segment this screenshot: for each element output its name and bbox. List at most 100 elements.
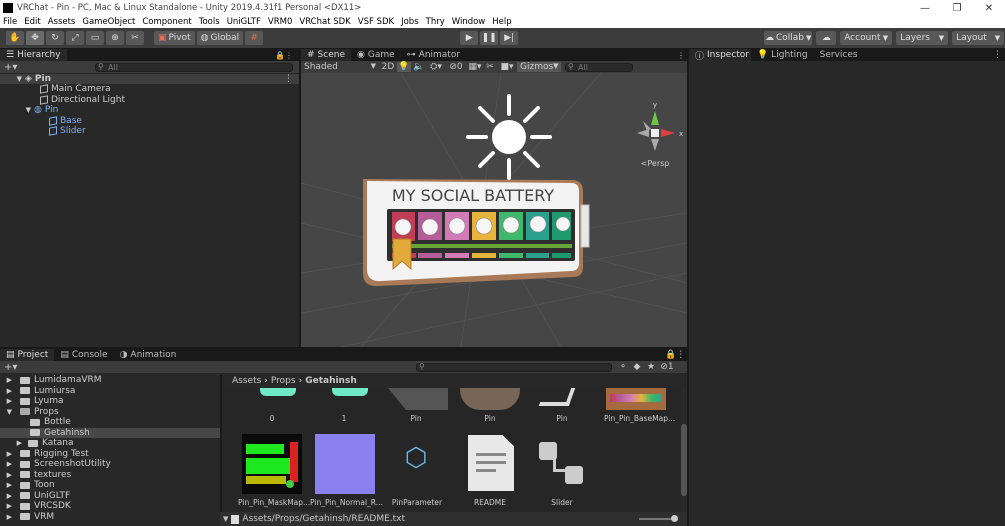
- shading-dropdown[interactable]: Shaded ▼: [301, 62, 379, 72]
- more-icon[interactable]: ⋮: [677, 49, 687, 61]
- pivot-toggle[interactable]: ▣ Pivot: [154, 31, 195, 45]
- tab-services[interactable]: Services: [814, 49, 864, 61]
- tab-lighting[interactable]: 💡 Lighting: [751, 49, 814, 61]
- list-item[interactable]: ▶ Lyuma: [0, 396, 220, 407]
- directional-light-icon[interactable]: [466, 94, 552, 180]
- list-item[interactable]: ▶ UniGLTF: [0, 491, 220, 502]
- light-toggle-icon[interactable]: 💡: [397, 62, 411, 72]
- list-item[interactable]: Slider: [0, 126, 299, 136]
- grid-snap-icon[interactable]: #: [245, 31, 264, 45]
- asset-label[interactable]: README: [460, 498, 520, 507]
- lock-icon[interactable]: 🔒⋮: [275, 49, 299, 61]
- grid-scrollbar[interactable]: [681, 388, 687, 512]
- tab-animator[interactable]: ⊶ Animator: [401, 49, 466, 61]
- tab-inspector[interactable]: ⓘ Inspector: [689, 49, 751, 62]
- list-item[interactable]: ▶ ScreenshotUtility: [0, 459, 220, 470]
- tab-console[interactable]: ▤ Console: [54, 349, 113, 361]
- zoom-slider[interactable]: [639, 515, 678, 522]
- list-item[interactable]: ▶ Lumiursa: [0, 386, 220, 397]
- list-item[interactable]: ▶ Rigging Test: [0, 449, 220, 460]
- asset-label[interactable]: PinParameter: [384, 498, 450, 507]
- camera-icon[interactable]: ■▾: [497, 62, 517, 72]
- scene-viewport[interactable]: MY SOCIAL BATTERY y x <Persp: [301, 73, 687, 347]
- scene-row[interactable]: ▼ ◈ Pin ⋮: [0, 74, 299, 84]
- hidden-packages-toggle[interactable]: ⊘1: [658, 362, 676, 372]
- layers-dropdown[interactable]: Layers ▼: [896, 31, 949, 45]
- menu-jobs[interactable]: Jobs: [401, 17, 419, 27]
- scale-tool-icon[interactable]: ⤢: [66, 31, 84, 45]
- asset-label[interactable]: Pin: [532, 414, 592, 423]
- menu-file[interactable]: File: [3, 17, 17, 27]
- mode-2d-button[interactable]: 2D: [379, 62, 397, 72]
- tools-icon[interactable]: ✂: [483, 62, 497, 72]
- grid-icon[interactable]: ▦▾: [467, 62, 483, 72]
- breadcrumb-item[interactable]: Props: [271, 376, 296, 386]
- tab-game[interactable]: ◉ Game: [351, 49, 401, 61]
- list-item[interactable]: Bottle: [0, 417, 220, 428]
- list-item[interactable]: Directional Light: [0, 95, 299, 105]
- rect-tool-icon[interactable]: ▭: [86, 31, 104, 45]
- asset-label[interactable]: 0: [242, 414, 302, 423]
- tab-project[interactable]: ▤ Project: [0, 349, 55, 361]
- menu-component[interactable]: Component: [142, 17, 191, 27]
- menu-edit[interactable]: Edit: [24, 17, 40, 27]
- add-icon[interactable]: +▾: [0, 62, 20, 73]
- zoom-slider-handle[interactable]: [671, 515, 678, 522]
- pin-model[interactable]: MY SOCIAL BATTERY: [363, 179, 590, 287]
- asset-label[interactable]: Pin: [386, 414, 446, 423]
- breadcrumb-item[interactable]: Getahinsh: [305, 376, 357, 386]
- audio-toggle-icon[interactable]: 🔈: [411, 62, 427, 72]
- tab-hierarchy[interactable]: ☰ Hierarchy: [0, 49, 67, 61]
- effects-dropdown-icon[interactable]: ⛭▾: [427, 62, 445, 72]
- list-item[interactable]: ▶ VRM: [0, 512, 220, 523]
- account-dropdown[interactable]: Account ▼: [840, 31, 893, 45]
- menu-thry[interactable]: Thry: [426, 17, 445, 27]
- prefab-asset-icon[interactable]: [539, 442, 585, 488]
- menu-gameobject[interactable]: GameObject: [82, 17, 135, 27]
- collab-dropdown[interactable]: ☁ Collab ▼: [764, 31, 813, 45]
- global-toggle[interactable]: ◍ Global: [196, 31, 244, 45]
- minimize-icon[interactable]: —: [909, 3, 941, 14]
- asset-label[interactable]: 1: [314, 414, 374, 423]
- menu-assets[interactable]: Assets: [48, 17, 76, 27]
- maskmap-thumb[interactable]: [242, 434, 302, 494]
- scene-search-input[interactable]: All: [565, 62, 633, 72]
- asset-label[interactable]: Pin: [460, 414, 520, 423]
- tab-scene[interactable]: # Scene: [301, 49, 351, 61]
- more-icon[interactable]: ⋮: [284, 74, 293, 84]
- list-item[interactable]: ▶ Toon: [0, 480, 220, 491]
- favorite-icon[interactable]: ★: [644, 362, 658, 372]
- menu-help[interactable]: Help: [492, 17, 511, 27]
- list-item[interactable]: ▼ Props: [0, 407, 220, 418]
- menu-tools[interactable]: Tools: [199, 17, 220, 27]
- asset-label[interactable]: Pin_Pin_Normal_R...: [310, 498, 383, 507]
- menu-window[interactable]: Window: [452, 17, 486, 27]
- pause-button[interactable]: ❚❚: [480, 31, 499, 45]
- rotate-tool-icon[interactable]: ↻: [46, 31, 64, 45]
- list-item[interactable]: Getahinsh: [0, 427, 220, 438]
- breadcrumb-item[interactable]: Assets: [232, 376, 261, 386]
- lock-icon[interactable]: 🔒⋮: [665, 349, 687, 361]
- menu-vrchat-sdk[interactable]: VRChat SDK: [299, 17, 350, 27]
- close-icon[interactable]: ✕: [973, 3, 1005, 14]
- play-button[interactable]: ▶: [460, 31, 479, 45]
- gizmos-dropdown[interactable]: Gizmos ▼: [517, 62, 561, 72]
- text-file-icon[interactable]: [468, 435, 514, 491]
- add-icon[interactable]: +▾: [0, 362, 20, 373]
- move-tool-icon[interactable]: ✥: [26, 31, 44, 45]
- asset-label[interactable]: Pin_Pin_MaskMap...: [238, 498, 310, 507]
- asset-label[interactable]: Slider: [532, 498, 592, 507]
- transform-tool-icon[interactable]: ⊕: [106, 31, 124, 45]
- projection-label[interactable]: <Persp: [641, 159, 670, 168]
- filter-type-icon[interactable]: ⚬: [616, 362, 630, 372]
- hand-tool-icon[interactable]: ✋: [6, 31, 24, 45]
- step-button[interactable]: ▶|: [500, 31, 519, 45]
- custom-tool-icon[interactable]: ✂: [126, 31, 144, 45]
- menu-unigltf[interactable]: UniGLTF: [227, 17, 261, 27]
- more-icon[interactable]: ⋮: [993, 49, 1005, 61]
- hidden-objects-toggle[interactable]: ⊘0: [445, 62, 467, 72]
- menu-vrm0[interactable]: VRM0: [268, 17, 292, 27]
- tab-animation[interactable]: ◑ Animation: [114, 349, 183, 361]
- layout-dropdown[interactable]: Layout ▼: [952, 31, 1005, 45]
- list-item[interactable]: ▶ textures: [0, 470, 220, 481]
